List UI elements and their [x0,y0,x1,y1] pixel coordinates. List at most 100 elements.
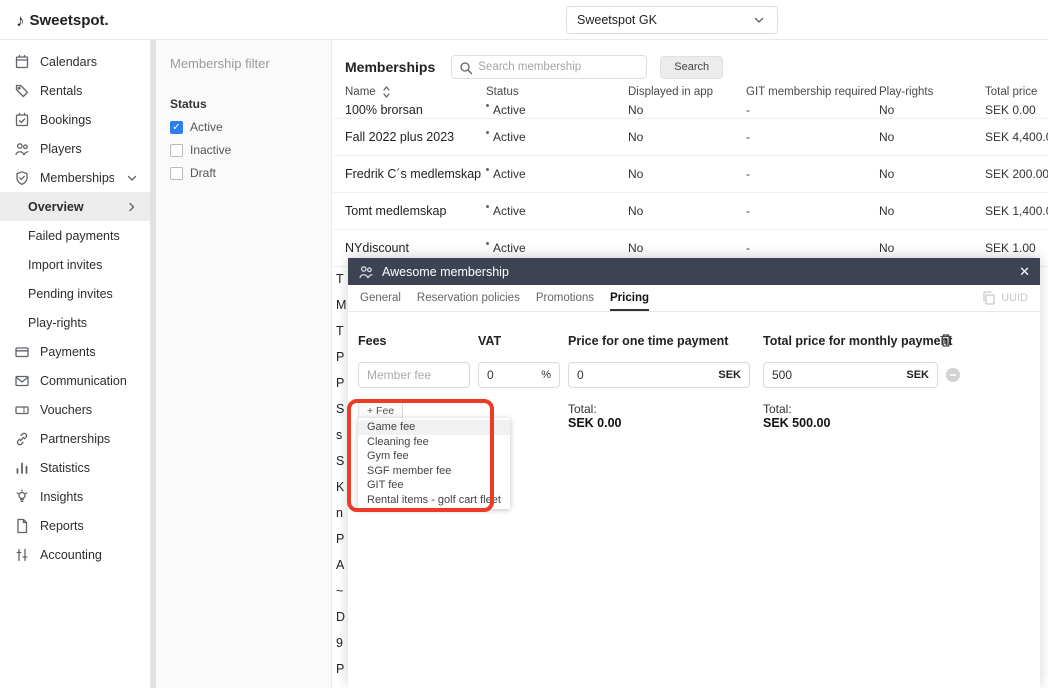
sweetspot-logo-icon: ♪ [16,12,25,29]
sidebar-subitem-overview[interactable]: Overview [0,192,150,221]
tab-pricing[interactable]: Pricing [610,285,649,311]
sidebar-subitem-import-invites[interactable]: Import invites [0,250,150,279]
topbar: ♪ Sweetspot. Sweetspot GK [0,0,1048,40]
table-row[interactable]: Tomt medlemskap Active No - No SEK 1,400… [332,193,1048,230]
tab-promotions[interactable]: Promotions [536,285,594,311]
memberships-icon [14,170,30,186]
fee-option-game-fee[interactable]: Game fee [358,420,510,435]
page-title: Memberships [345,59,435,75]
fee-option-cleaning-fee[interactable]: Cleaning fee [358,435,510,450]
git-cell: - [746,103,879,117]
sidebar-item-label: Partnerships [40,432,140,446]
sidebar-subitem-label: Pending invites [28,287,113,301]
sidebar-item-insights[interactable]: Insights [0,482,150,511]
membership-name: Tomt medlemskap [345,204,486,218]
monthly-total-value: SEK 500.00 [763,416,830,430]
table-row[interactable]: Fall 2022 plus 2023 Active No - No SEK 4… [332,119,1048,156]
modal-tabs: General Reservation policies Promotions … [348,285,1040,312]
sidebar-item-bookings[interactable]: Bookings [0,105,150,134]
filter-option-draft[interactable]: Draft [170,166,317,180]
sidebar-subitem-label: Overview [28,200,84,214]
filter-option-inactive[interactable]: Inactive [170,143,317,157]
git-cell: - [746,241,879,255]
membership-name: NYdiscount [345,241,486,255]
status-cell: Active [486,241,628,255]
total-price-cell: SEK 200.00 [985,167,1048,181]
sidebar-subitem-label: Import invites [28,258,102,272]
pricing-panel: Fees VAT Price for one time payment Tota… [348,312,1040,688]
ticket-icon [14,402,30,418]
sidebar-subitem-play-rights[interactable]: Play-rights [0,308,150,337]
sidebar-item-statistics[interactable]: Statistics [0,453,150,482]
vat-input[interactable] [487,368,535,382]
sidebar-item-vouchers[interactable]: Vouchers [0,395,150,424]
delete-fee-row-button[interactable] [936,330,956,350]
displayed-cell: No [628,241,746,255]
sidebar-item-rentals[interactable]: Rentals [0,76,150,105]
table-row[interactable]: Fredrik C´s medlemskap Active No - No SE… [332,156,1048,193]
club-selector[interactable]: Sweetspot GK [566,6,778,34]
filter-option-label: Inactive [190,143,231,157]
monthly-column-header: Total price for monthly payment [763,334,952,348]
sort-icon[interactable] [379,84,395,100]
close-icon[interactable]: ✕ [1019,264,1030,280]
search-button[interactable]: Search [660,56,723,79]
sidebar-item-label: Players [40,142,140,156]
checkbox-checked-icon[interactable]: ✓ [170,121,183,134]
sidebar-item-calendars[interactable]: Calendars [0,47,150,76]
search-input[interactable] [451,55,647,79]
remove-row-button[interactable] [945,367,961,383]
sidebar-item-label: Rentals [40,84,140,98]
sidebar-subitem-pending-invites[interactable]: Pending invites [0,279,150,308]
uuid-button[interactable]: UUID [981,290,1028,306]
checkbox-unchecked-icon[interactable] [170,144,183,157]
fee-option-gym-fee[interactable]: Gym fee [358,449,510,464]
one-time-price-field: SEK [568,362,750,388]
sidebar-item-players[interactable]: Players [0,134,150,163]
sidebar-item-label: Calendars [40,55,140,69]
sidebar-item-communication[interactable]: Communication [0,366,150,395]
sidebar-subitem-failed-payments[interactable]: Failed payments [0,221,150,250]
modal-title: Awesome membership [382,265,1011,279]
members-group-icon [358,264,374,280]
bar-chart-icon [14,460,30,476]
status-cell: Active [486,103,628,117]
table-row[interactable]: 100% brorsan Active No - No SEK 0.00 [332,102,1048,119]
one-time-price-input[interactable] [577,368,712,382]
sek-suffix: SEK [906,369,929,381]
total-price-cell: SEK 1,400.00 [985,204,1048,218]
fee-option-sgf-member-fee[interactable]: SGF member fee [358,464,510,479]
fee-option-git-fee[interactable]: GIT fee [358,478,510,493]
monthly-price-input[interactable] [772,368,900,382]
column-header-total-price: Total price [985,86,1048,98]
sidebar-item-payments[interactable]: Payments [0,337,150,366]
chevron-down-icon [124,170,140,186]
fee-name-field [358,362,470,388]
play-rights-cell: No [879,204,985,218]
fees-column-header: Fees [358,334,387,348]
checkbox-unchecked-icon[interactable] [170,167,183,180]
app-logo-text: Sweetspot. [30,12,109,29]
sidebar-subitem-label: Failed payments [28,229,120,243]
sidebar-item-partnerships[interactable]: Partnerships [0,424,150,453]
displayed-cell: No [628,167,746,181]
column-header-name[interactable]: Name [345,84,486,100]
status-dot [486,168,489,171]
column-header-play-rights: Play-rights [879,86,985,98]
filter-option-active[interactable]: ✓ Active [170,120,317,134]
sidebar-item-memberships[interactable]: Memberships [0,163,150,192]
fee-name-input[interactable] [367,368,461,382]
sidebar-item-accounting[interactable]: Accounting [0,540,150,569]
fee-option-rental-items[interactable]: Rental items - golf cart fleet [358,493,510,508]
sidebar-item-label: Insights [40,490,140,504]
tab-general[interactable]: General [360,285,401,311]
tab-reservation-policies[interactable]: Reservation policies [417,285,520,311]
lightbulb-icon [14,489,30,505]
membership-name: Fall 2022 plus 2023 [345,130,486,144]
search-icon [458,60,474,76]
sidebar-item-label: Vouchers [40,403,140,417]
column-header-displayed: Displayed in app [628,86,746,98]
sidebar-item-reports[interactable]: Reports [0,511,150,540]
status-dot [486,104,489,107]
total-price-cell: SEK 1.00 [985,241,1048,255]
